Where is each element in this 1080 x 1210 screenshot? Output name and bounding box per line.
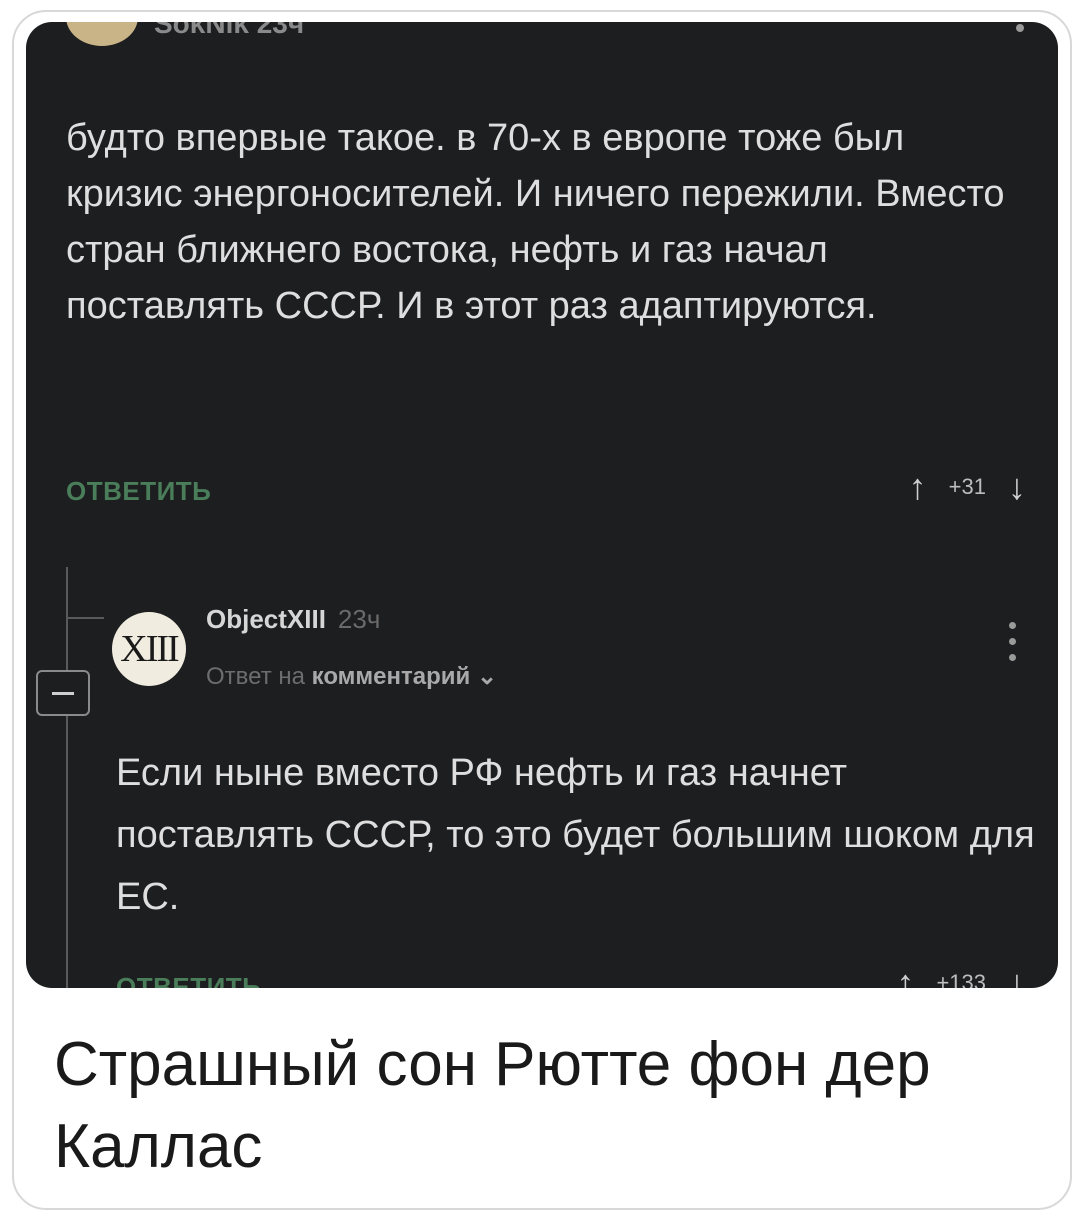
thread-line [66, 567, 68, 988]
reply-to-line: Ответ на комментарий ⌄ [206, 662, 497, 691]
minus-icon [52, 691, 74, 695]
upvote-icon[interactable]: ↑ [909, 466, 927, 508]
top-comment-author: SokNik 23ч [154, 22, 305, 39]
reply-comment-author[interactable]: ObjectXIII [206, 604, 326, 634]
more-options-icon[interactable] [1009, 622, 1016, 661]
downvote-icon[interactable]: ↓ [1008, 962, 1026, 988]
vote-controls: ↑ +31 ↓ [909, 466, 1026, 508]
score-count: +133 [936, 970, 986, 988]
reply-comment-time: 23ч [337, 604, 381, 634]
avatar[interactable]: XIII [112, 612, 186, 686]
collapse-thread-button[interactable] [36, 670, 90, 716]
thread-branch [66, 617, 104, 619]
reply-to-prefix: Ответ на [206, 663, 305, 690]
more-options-icon [1016, 24, 1024, 32]
reply-to-link[interactable]: комментарий ⌄ [312, 663, 497, 690]
reply-link[interactable]: ОТВЕТИТЬ [66, 476, 211, 507]
reply-comment-header: ObjectXIII 23ч [206, 604, 380, 635]
top-comment-avatar [66, 22, 138, 46]
reply-comment-text: Если ныне вместо РФ нефть и газ начнет п… [116, 752, 1035, 918]
score-count: +31 [948, 474, 986, 499]
vote-controls: ↑ +133 ↓ [896, 962, 1026, 988]
embedded-screenshot: SokNik 23ч будто впервые такое. в 70-х в… [26, 22, 1058, 988]
post-caption: Страшный сон Рютте фон дер Каллас [54, 1030, 931, 1181]
upvote-icon[interactable]: ↑ [896, 962, 914, 988]
top-comment-text: будто впервые такое. в 70-х в европе тож… [66, 117, 1005, 327]
downvote-icon[interactable]: ↓ [1008, 466, 1026, 508]
reply-link[interactable]: ОТВЕТИТЬ [116, 972, 261, 988]
